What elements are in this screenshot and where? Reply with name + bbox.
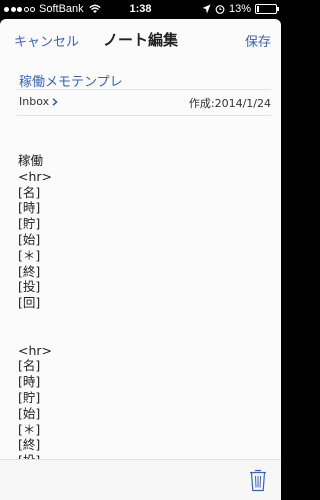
note-body-line: [投] <box>18 279 41 295</box>
note-body-line <box>18 311 258 327</box>
note-body-line: 稼働 <box>18 153 44 168</box>
note-body-line: [貯] <box>18 389 41 405</box>
status-bar: SoftBank 1:38 13% <box>0 0 281 19</box>
note-body-line: [名] <box>18 358 41 374</box>
note-body-line: [回] <box>18 295 41 311</box>
note-body-editor[interactable]: 稼働 <hr> [名] [時] [貯] [始] [＊] [終] [投] [回] <hr> [名] [時… <box>18 153 258 485</box>
note-body-line: [終] <box>18 263 41 279</box>
chevron-right-icon <box>52 97 58 106</box>
bottom-toolbar <box>0 459 281 500</box>
status-right: 13% <box>202 3 279 15</box>
created-date: 作成:2014/1/24 <box>188 97 271 110</box>
save-button[interactable]: 保存 <box>245 31 271 50</box>
notebook-selector[interactable]: Inbox <box>19 95 58 108</box>
note-title-field[interactable]: 稼働メモテンプレ <box>19 71 123 90</box>
note-body-line: [貯] <box>18 216 41 232</box>
note-body-line: [名] <box>18 184 41 200</box>
notebook-name: Inbox <box>19 95 50 108</box>
note-body-line: [始] <box>18 405 41 421</box>
navigation-bar: キャンセル ノート編集 保存 <box>0 19 281 59</box>
note-body-line: [時] <box>18 200 41 216</box>
note-body-line <box>18 327 258 343</box>
note-body-line: [＊] <box>18 421 41 437</box>
location-arrow-icon <box>202 4 211 14</box>
page-title: ノート編集 <box>102 31 178 49</box>
note-edit-sheet: キャンセル ノート編集 保存 稼働メモテンプレ Inbox 作成:2014/1/… <box>0 19 281 500</box>
alarm-clock-icon <box>215 5 225 14</box>
trash-icon[interactable] <box>249 468 267 492</box>
note-body-line: [時] <box>18 374 41 390</box>
note-body-line: [＊] <box>18 247 41 263</box>
battery-percent: 13% <box>228 3 251 15</box>
note-body-line: [始] <box>18 231 41 247</box>
divider <box>17 115 271 116</box>
note-body-line: <hr> <box>18 342 53 358</box>
note-body-line: <hr> <box>18 168 53 184</box>
divider <box>17 89 271 90</box>
note-body-line: [終] <box>18 437 41 453</box>
battery-icon <box>255 4 279 14</box>
